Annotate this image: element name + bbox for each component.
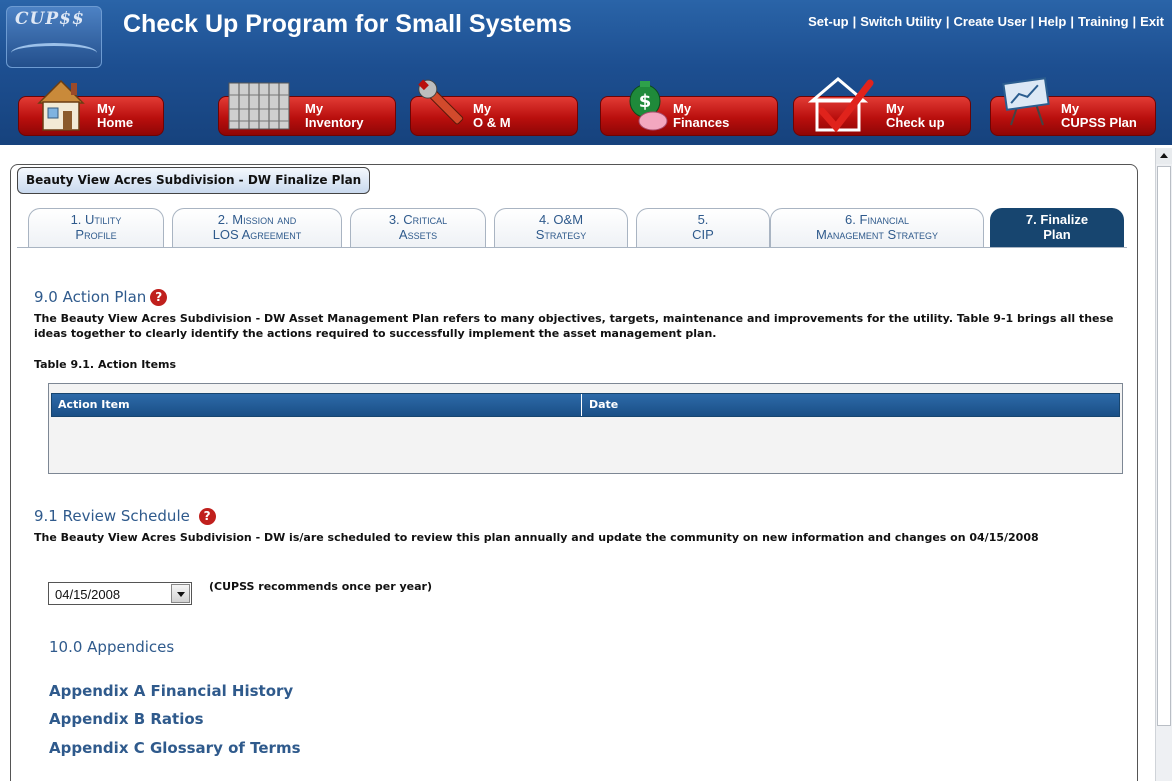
header-divider: [0, 140, 1172, 145]
table-body-empty: [51, 417, 1120, 472]
link-separator: |: [852, 14, 857, 29]
checkmark-house-icon: [808, 77, 874, 133]
money-bag-piggy-icon: $: [629, 81, 668, 131]
column-divider: [581, 394, 582, 416]
panel-title: Beauty View Acres Subdivision - DW Final…: [17, 167, 371, 194]
nav-my-cupss-plan-label: My CUPSS Plan: [1061, 101, 1137, 130]
nav-my-finances[interactable]: $ My Finances: [600, 81, 778, 136]
table-caption: Table 9.1. Action Items: [34, 358, 177, 371]
nav-my-cupss-plan[interactable]: My CUPSS Plan: [990, 77, 1156, 136]
link-separator: |: [1030, 14, 1035, 29]
review-date-value: 04/15/2008: [55, 587, 121, 602]
column-date[interactable]: Date: [583, 394, 1119, 416]
switch-utility-link[interactable]: Switch Utility: [860, 14, 942, 29]
training-link[interactable]: Training: [1078, 14, 1129, 29]
table-header-row: Action Item Date: [51, 393, 1120, 417]
appendix-c-link[interactable]: Appendix C Glossary of Terms: [49, 739, 301, 757]
tab-critical-assets[interactable]: 3. Critical Assets: [350, 208, 486, 248]
app-title: Check Up Program for Small Systems: [123, 10, 572, 38]
nav-my-home[interactable]: My Home: [18, 79, 164, 136]
top-links: Set-up | Switch Utility | Create User | Help | T…: [808, 14, 1164, 29]
scroll-up-arrow-icon[interactable]: [1156, 148, 1172, 164]
nav-my-om-label: My O & M: [473, 101, 511, 130]
nav-my-inventory-label: My Inventory: [305, 101, 364, 130]
appendices-heading: 10.0 Appendices: [49, 638, 175, 656]
tab-om-strategy[interactable]: 4. O&M Strategy: [494, 208, 628, 248]
tab-utility-profile[interactable]: 1. Utility Profile: [28, 208, 164, 248]
nav-my-finances-label: My Finances: [673, 101, 730, 130]
setup-link[interactable]: Set-up: [808, 14, 848, 29]
review-date-select[interactable]: 04/15/2008: [48, 582, 192, 605]
recommendation-note: (CUPSS recommends once per year): [209, 580, 432, 593]
help-icon[interactable]: ?: [150, 289, 168, 306]
pipes-stack-icon: [228, 82, 290, 130]
link-separator: |: [1132, 14, 1137, 29]
cupss-logo: CUP$$: [6, 6, 102, 68]
nav-my-inventory[interactable]: My Inventory: [218, 82, 396, 136]
link-separator: |: [945, 14, 950, 29]
vertical-scrollbar[interactable]: [1155, 148, 1172, 781]
wrench-icon: [418, 79, 464, 125]
tab-finalize-plan[interactable]: 7. Finalize Plan: [990, 208, 1124, 248]
easel-chart-icon: [1002, 77, 1050, 126]
house-icon: [37, 79, 85, 131]
link-separator: |: [1070, 14, 1074, 29]
exit-link[interactable]: Exit: [1140, 14, 1164, 29]
action-items-table: Action Item Date: [48, 383, 1123, 474]
column-action-item[interactable]: Action Item: [52, 394, 581, 416]
appendix-b-link[interactable]: Appendix B Ratios: [49, 710, 204, 728]
appendix-a-link[interactable]: Appendix A Financial History: [49, 682, 293, 700]
nav-my-checkup-label: My Check up: [886, 101, 945, 130]
tab-cip[interactable]: 5. CIP: [636, 208, 770, 248]
tab-mission-los-agreement[interactable]: 2. Mission and LOS Agreement: [172, 208, 342, 248]
logo-swoosh: [11, 43, 97, 63]
help-link[interactable]: Help: [1038, 14, 1066, 29]
tabs-divider: [17, 247, 1127, 248]
help-icon[interactable]: ?: [198, 508, 216, 525]
svg-text:$: $: [639, 91, 652, 112]
create-user-link[interactable]: Create User: [954, 14, 1027, 29]
main-nav: My Home My Inventory My O & M $ My Finan…: [0, 77, 1172, 136]
review-schedule-text: The Beauty View Acres Subdivision - DW i…: [34, 531, 1039, 544]
tab-financial-management-strategy[interactable]: 6. Financial Management Strategy: [770, 208, 984, 248]
nav-my-om[interactable]: My O & M: [410, 79, 578, 136]
nav-my-home-label: My Home: [97, 101, 134, 130]
nav-my-checkup[interactable]: My Check up: [793, 77, 971, 136]
logo-text: CUP$$: [15, 9, 85, 29]
app-header: CUP$$ Check Up Program for Small Systems…: [0, 0, 1172, 145]
scroll-thumb[interactable]: [1157, 166, 1171, 726]
review-schedule-heading: 9.1 Review Schedule ?: [34, 507, 216, 525]
action-plan-text: The Beauty View Acres Subdivision - DW A…: [34, 312, 1114, 340]
action-plan-heading: 9.0 Action Plan?: [34, 288, 168, 306]
chevron-down-icon[interactable]: [171, 584, 190, 603]
